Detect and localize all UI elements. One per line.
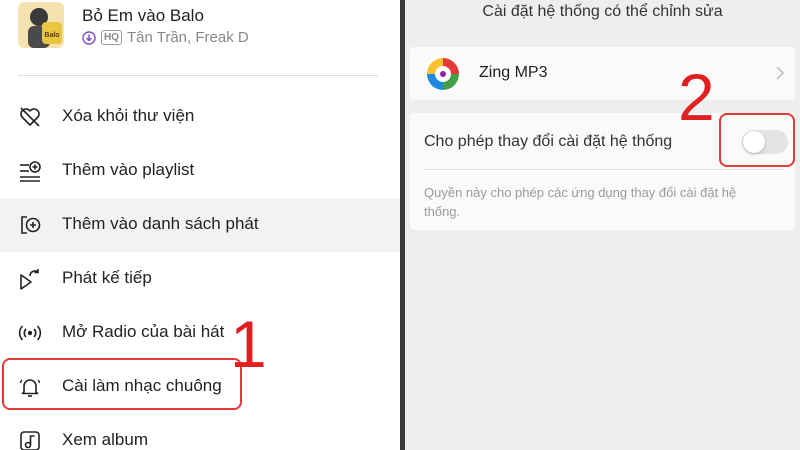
song-cover: Balo: [18, 2, 64, 48]
permission-description: Quyền này cho phép các ứng dụng thay đổi…: [424, 185, 737, 219]
queue-add-icon: [21, 216, 41, 234]
permission-divider: [424, 169, 784, 170]
highlight-ringtone: [2, 358, 242, 410]
menu-item-play-next[interactable]: Phát kế tiếp: [0, 252, 400, 306]
music-note-icon: [20, 431, 40, 450]
radio-icon: [18, 325, 42, 341]
menu-label: Phát kế tiếp: [62, 268, 152, 287]
zing-mp3-logo: [425, 56, 461, 92]
menu-label: Thêm vào danh sách phát: [62, 214, 259, 233]
heart-broken-icon: [20, 107, 40, 127]
hq-badge: HQ: [101, 30, 122, 45]
download-icon: [82, 30, 96, 45]
step-number-1: 1: [230, 307, 267, 381]
menu-label: Mở Radio của bài hát: [62, 322, 225, 341]
menu-item-open-radio[interactable]: Mở Radio của bài hát: [0, 306, 400, 360]
menu-item-add-playlist[interactable]: Thêm vào playlist: [0, 144, 400, 198]
song-header: Balo Bỏ Em vào Balo HQ Tân Trần, Freak D: [0, 0, 400, 60]
header-divider: [18, 75, 378, 76]
menu-item-view-album[interactable]: Xem album: [0, 414, 400, 450]
highlight-toggle: [719, 113, 795, 167]
menu-item-remove-library[interactable]: Xóa khỏi thư viện: [0, 90, 400, 144]
menu-label: Thêm vào playlist: [62, 160, 195, 179]
menu-label: Xem album: [62, 430, 148, 449]
playlist-add-icon: [20, 161, 41, 182]
settings-title: Cài đặt hệ thống có thể chỉnh sửa: [482, 3, 723, 20]
menu-label: Xóa khỏi thư viện: [62, 106, 195, 125]
step-number-2: 2: [678, 60, 715, 134]
song-options-panel: Balo Bỏ Em vào Balo HQ Tân Trần, Freak D…: [0, 0, 400, 450]
system-settings-panel: Cài đặt hệ thống có thể chỉnh sửa Zing M…: [405, 0, 800, 450]
cover-text: Balo: [44, 32, 59, 39]
song-meta: HQ Tân Trần, Freak D: [82, 29, 249, 46]
song-title: Bỏ Em vào Balo: [82, 6, 204, 25]
song-artists: Tân Trần, Freak D: [127, 29, 249, 46]
app-row[interactable]: Zing MP3: [410, 47, 795, 100]
chevron-right-icon: [776, 66, 785, 80]
permission-label: Cho phép thay đổi cài đặt hệ thống: [424, 133, 673, 150]
app-name: Zing MP3: [479, 64, 548, 81]
play-next-icon: [20, 269, 39, 290]
menu-item-add-queue[interactable]: Thêm vào danh sách phát: [0, 198, 400, 252]
